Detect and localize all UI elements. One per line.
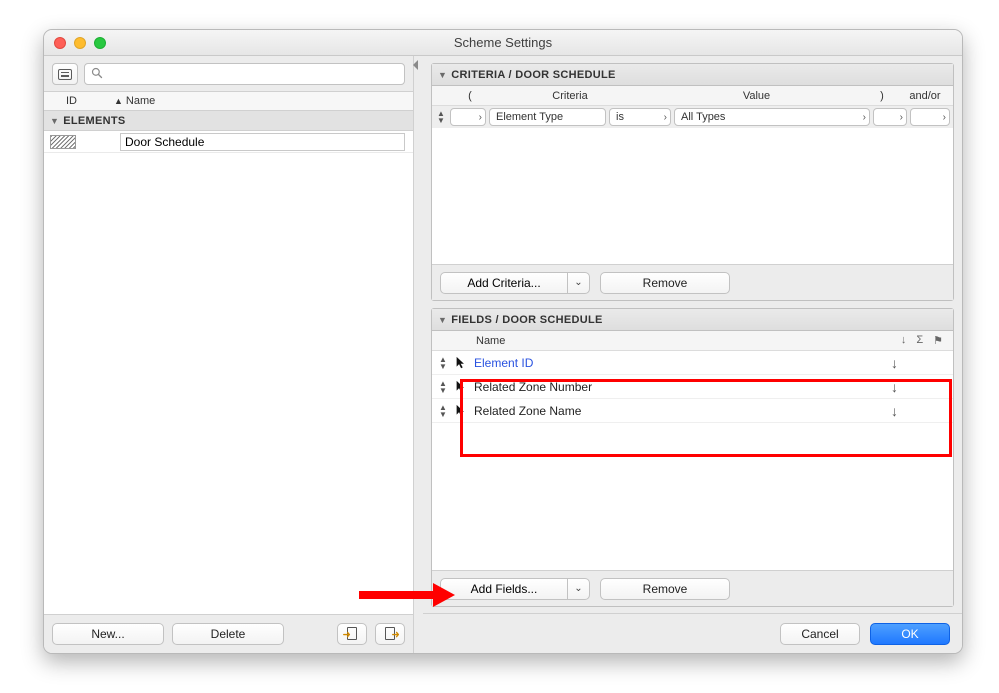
- scheme-list-panel: ID ▲Name ▼ ELEMENTS Door Schedule New...: [44, 56, 414, 653]
- dialog-footer: Cancel OK: [423, 613, 962, 653]
- search-icon: [91, 67, 103, 82]
- drag-handle[interactable]: ▲▼: [434, 380, 452, 394]
- list-view-toggle[interactable]: [52, 63, 78, 85]
- value-select[interactable]: All Types›: [674, 108, 870, 126]
- sort-direction[interactable]: ↓: [891, 379, 953, 395]
- list-icon: [58, 69, 72, 80]
- field-row[interactable]: ▲▼ Element ID↓: [432, 351, 953, 375]
- criteria-column-header: ( Criteria Value ) and/or: [432, 86, 953, 106]
- criteria-row[interactable]: ▲▼ › Element Type is› All Types› › ›: [432, 106, 953, 128]
- chevron-right-icon: ›: [900, 112, 903, 123]
- chevron-down-icon: ⌄: [574, 583, 582, 594]
- list-item-name[interactable]: Door Schedule: [120, 133, 405, 151]
- criteria-header[interactable]: ▼ CRITERIA / DOOR SCHEDULE: [432, 64, 953, 86]
- hatch-icon: [50, 135, 76, 149]
- window-title: Scheme Settings: [44, 35, 962, 50]
- minimize-window-button[interactable]: [74, 37, 86, 49]
- chevron-right-icon: ›: [943, 112, 946, 123]
- ok-button[interactable]: OK: [870, 623, 950, 645]
- collapse-left-icon: [413, 60, 418, 70]
- col-paren-close: ): [863, 90, 901, 102]
- pointer-icon: [452, 404, 470, 417]
- add-criteria-button[interactable]: Add Criteria... ⌄: [440, 272, 590, 294]
- sort-direction[interactable]: ↓: [891, 403, 953, 419]
- chevron-down-icon: ⌄: [574, 277, 582, 288]
- search-input[interactable]: [108, 64, 398, 84]
- criteria-empty-area: [432, 128, 953, 264]
- pointer-icon: [452, 380, 470, 393]
- chevron-right-icon: ›: [479, 112, 482, 123]
- chevron-down-icon: ▼: [438, 315, 447, 325]
- column-name[interactable]: ▲Name: [114, 95, 413, 107]
- drag-handle[interactable]: ▲▼: [434, 404, 452, 418]
- col-field-name: Name: [470, 335, 891, 347]
- field-name: Related Zone Name: [470, 404, 891, 418]
- sort-asc-icon: ▲: [114, 96, 123, 106]
- sort-direction[interactable]: ↓: [891, 355, 953, 371]
- zoom-window-button[interactable]: [94, 37, 106, 49]
- column-id[interactable]: ID: [44, 95, 114, 107]
- fields-list[interactable]: ▲▼Element ID↓▲▼Related Zone Number↓▲▼Rel…: [432, 351, 953, 570]
- drag-handle[interactable]: ▲▼: [432, 110, 450, 124]
- remove-criteria-button[interactable]: Remove: [600, 272, 730, 294]
- export-icon: ➜: [382, 627, 398, 642]
- col-criteria: Criteria: [490, 90, 650, 102]
- group-label: ELEMENTS: [63, 115, 125, 127]
- dialog-window: Scheme Settings ID: [43, 29, 963, 654]
- chevron-down-icon: ▼: [50, 116, 59, 126]
- andor-select[interactable]: ›: [910, 108, 950, 126]
- fields-column-header: Name ↓ Σ ⚑: [432, 331, 953, 351]
- group-elements[interactable]: ▼ ELEMENTS: [44, 111, 413, 131]
- paren-open-select[interactable]: ›: [450, 108, 486, 126]
- field-row[interactable]: ▲▼ Related Zone Name↓: [432, 399, 953, 423]
- criteria-select[interactable]: Element Type: [489, 108, 606, 126]
- cancel-button[interactable]: Cancel: [780, 623, 860, 645]
- new-button[interactable]: New...: [52, 623, 164, 645]
- scheme-list[interactable]: Door Schedule: [44, 131, 413, 614]
- chevron-right-icon: ›: [863, 112, 866, 123]
- criteria-section: ▼ CRITERIA / DOOR SCHEDULE ( Criteria Va…: [431, 63, 954, 301]
- import-icon: ➜: [344, 627, 360, 642]
- chevron-down-icon: ▼: [438, 70, 447, 80]
- add-fields-button[interactable]: Add Fields... ⌄: [440, 578, 590, 600]
- sum-icon: Σ: [916, 334, 923, 347]
- field-row[interactable]: ▲▼ Related Zone Number↓: [432, 375, 953, 399]
- chevron-right-icon: ›: [664, 112, 667, 123]
- remove-field-button[interactable]: Remove: [600, 578, 730, 600]
- field-name: Element ID: [470, 356, 891, 370]
- panel-divider[interactable]: [414, 56, 423, 653]
- search-field[interactable]: [84, 63, 405, 85]
- sort-icon: ↓: [901, 334, 907, 347]
- fields-section: ▼ FIELDS / DOOR SCHEDULE Name ↓ Σ ⚑: [431, 308, 954, 607]
- fields-header[interactable]: ▼ FIELDS / DOOR SCHEDULE: [432, 309, 953, 331]
- titlebar: Scheme Settings: [44, 30, 962, 56]
- import-button[interactable]: ➜: [337, 623, 367, 645]
- operator-select[interactable]: is›: [609, 108, 671, 126]
- flag-icon: ⚑: [933, 334, 943, 347]
- delete-button[interactable]: Delete: [172, 623, 284, 645]
- col-andor: and/or: [901, 90, 953, 102]
- field-name: Related Zone Number: [470, 380, 891, 394]
- close-window-button[interactable]: [54, 37, 66, 49]
- drag-handle[interactable]: ▲▼: [434, 356, 452, 370]
- settings-panel: ▼ CRITERIA / DOOR SCHEDULE ( Criteria Va…: [423, 56, 962, 653]
- export-button[interactable]: ➜: [375, 623, 405, 645]
- list-column-header[interactable]: ID ▲Name: [44, 91, 413, 111]
- add-criteria-menu[interactable]: ⌄: [567, 273, 589, 293]
- pointer-icon: [452, 356, 470, 369]
- paren-close-select[interactable]: ›: [873, 108, 907, 126]
- add-fields-menu[interactable]: ⌄: [567, 579, 589, 599]
- col-paren-open: (: [450, 90, 490, 102]
- col-value: Value: [650, 90, 863, 102]
- list-item[interactable]: Door Schedule: [44, 131, 413, 153]
